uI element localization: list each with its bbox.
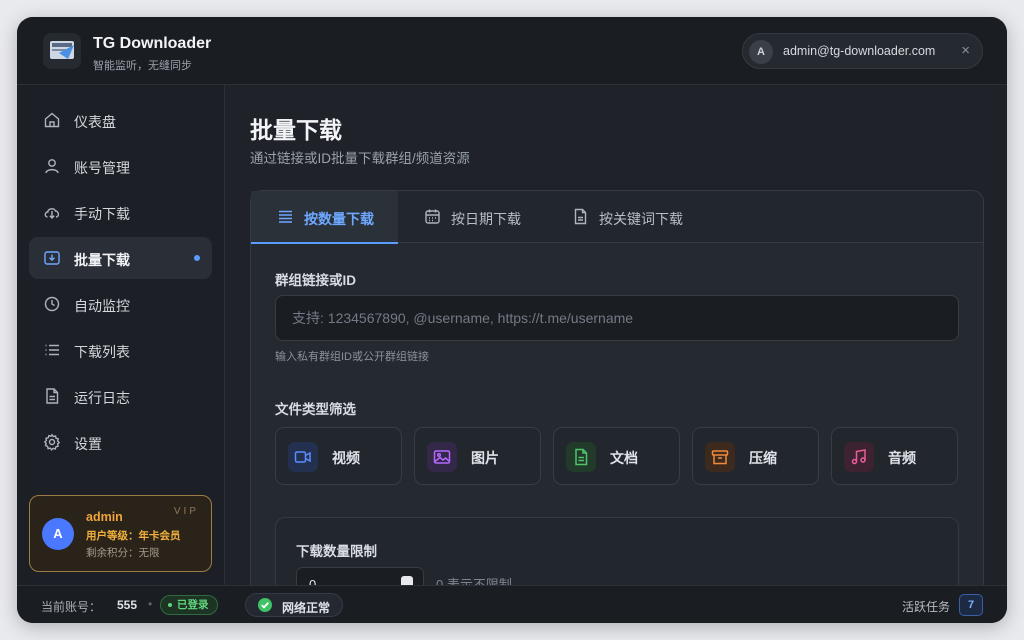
sidebar-item-label: 设置 xyxy=(74,436,102,452)
tab-by-count[interactable]: 按数量下载 xyxy=(251,191,398,244)
file-type-document[interactable]: 文档 xyxy=(553,427,680,485)
active-tasks-count[interactable]: 7 xyxy=(959,594,983,616)
sidebar-item-label: 仪表盘 xyxy=(74,114,116,130)
sidebar-item-label: 自动监控 xyxy=(74,298,130,314)
file-type-label: 视频 xyxy=(332,450,360,466)
sidebar-item-label: 运行日志 xyxy=(74,390,130,406)
download-limit-value: 0 xyxy=(309,577,317,585)
vip-points: 剩余积分：无限 xyxy=(86,547,160,559)
download-limit-note: 0 表示不限制 xyxy=(436,577,512,585)
group-link-label: 群组链接或ID xyxy=(275,273,356,288)
number-spinner-icon[interactable] xyxy=(401,576,413,585)
tab-by-keyword[interactable]: 按关键词下载 xyxy=(572,191,712,243)
app-window: TG Downloader 智能监听，无缝同步 A admin@tg-downl… xyxy=(17,17,1007,623)
music-icon xyxy=(844,442,874,472)
sidebar-item-dashboard[interactable]: 仪表盘 xyxy=(29,99,212,141)
status-bar: 当前账号： 555 • 已登录 网络正常 活跃任务 7 xyxy=(17,585,1007,623)
current-account-label: 当前账号： xyxy=(41,600,102,614)
file-type-audio[interactable]: 音频 xyxy=(831,427,958,485)
sidebar-item-batch-download[interactable]: 批量下载 xyxy=(29,237,212,279)
top-bar: TG Downloader 智能监听，无缝同步 A admin@tg-downl… xyxy=(17,17,1007,85)
tab-label: 按关键词下载 xyxy=(599,211,683,227)
download-limit-section: 下载数量限制 0 0 表示不限制 xyxy=(275,517,959,585)
file-type-image[interactable]: 图片 xyxy=(414,427,541,485)
gear-icon xyxy=(43,433,61,451)
network-status: 网络正常 xyxy=(245,593,343,617)
sidebar: 仪表盘 账号管理 手动下载 批量下载 自动监控 下载列表 运行日志 设置 A a… xyxy=(17,85,225,585)
main-content: 批量下载 通过链接或ID批量下载群组/频道资源 按数量下载 按日期下载 按关键词… xyxy=(226,85,1007,585)
batch-download-panel: 按数量下载 按日期下载 按关键词下载 群组链接或ID 输入私有群组ID或公开群组… xyxy=(250,190,984,585)
group-link-hint: 输入私有群组ID或公开群组链接 xyxy=(275,351,429,363)
file-type-label: 压缩 xyxy=(749,450,777,466)
page-subtitle: 通过链接或ID批量下载群组/频道资源 xyxy=(250,151,470,166)
user-icon xyxy=(45,159,59,174)
current-account-value: 555 xyxy=(117,598,138,612)
app-title: TG Downloader xyxy=(93,35,212,52)
video-icon xyxy=(288,442,318,472)
document-icon xyxy=(566,442,596,472)
page-title: 批量下载 xyxy=(250,117,342,143)
sidebar-item-manual-download[interactable]: 手动下载 xyxy=(29,191,212,233)
sidebar-item-label: 账号管理 xyxy=(74,160,130,176)
sidebar-item-label: 手动下载 xyxy=(74,206,130,222)
batch-download-icon xyxy=(44,251,60,265)
active-tab-underline xyxy=(251,242,398,244)
calendar-icon xyxy=(425,209,440,224)
tab-by-date[interactable]: 按日期下载 xyxy=(424,191,544,243)
vip-level: 用户等级：年卡会员 xyxy=(86,530,181,542)
vip-user-card[interactable]: A admin VIP 用户等级：年卡会员 剩余积分：无限 xyxy=(29,495,212,572)
app-subtitle: 智能监听，无缝同步 xyxy=(93,60,192,72)
home-icon xyxy=(44,112,60,128)
logged-in-badge: 已登录 xyxy=(160,595,218,615)
clock-icon xyxy=(44,296,60,312)
file-type-video[interactable]: 视频 xyxy=(275,427,402,485)
tab-label: 按日期下载 xyxy=(451,211,521,227)
file-type-label: 音频 xyxy=(888,450,916,466)
sidebar-item-label: 下载列表 xyxy=(74,344,130,360)
tab-bar: 按数量下载 按日期下载 按关键词下载 xyxy=(251,191,983,244)
file-type-archive[interactable]: 压缩 xyxy=(692,427,819,485)
list-icon xyxy=(45,344,59,356)
sidebar-item-download-list[interactable]: 下载列表 xyxy=(29,329,212,371)
cloud-download-icon xyxy=(44,208,60,219)
file-type-label: 图片 xyxy=(471,450,499,466)
check-circle-icon xyxy=(258,598,272,612)
sidebar-item-label: 批量下载 xyxy=(74,252,130,268)
file-icon xyxy=(574,208,587,225)
active-tasks-label: 活跃任务 xyxy=(902,600,951,614)
document-icon xyxy=(46,388,59,404)
app-logo xyxy=(43,33,81,69)
active-indicator xyxy=(194,255,200,261)
tab-label: 按数量下载 xyxy=(304,211,374,227)
vip-badge: VIP xyxy=(173,506,199,517)
user-email: admin@tg-downloader.com xyxy=(783,44,936,58)
sidebar-item-accounts[interactable]: 账号管理 xyxy=(29,145,212,187)
image-icon xyxy=(427,442,457,472)
network-status-label: 网络正常 xyxy=(282,601,331,615)
download-limit-label: 下载数量限制 xyxy=(296,544,377,559)
file-type-label: 文档 xyxy=(610,450,638,466)
sidebar-item-auto-monitor[interactable]: 自动监控 xyxy=(29,283,212,325)
user-avatar: A xyxy=(749,40,773,64)
download-limit-input[interactable]: 0 xyxy=(296,567,424,585)
archive-icon xyxy=(705,442,735,472)
separator: • xyxy=(148,597,153,611)
user-menu[interactable]: A admin@tg-downloader.com × xyxy=(742,33,983,69)
vip-avatar: A xyxy=(42,518,74,550)
logout-close-icon[interactable]: × xyxy=(961,42,970,59)
group-link-input[interactable] xyxy=(275,295,959,341)
vip-username: admin xyxy=(86,510,123,524)
list-lines-icon xyxy=(279,210,292,223)
file-type-filter-label: 文件类型筛选 xyxy=(275,402,356,417)
sidebar-item-logs[interactable]: 运行日志 xyxy=(29,375,212,417)
sidebar-item-settings[interactable]: 设置 xyxy=(29,421,212,463)
